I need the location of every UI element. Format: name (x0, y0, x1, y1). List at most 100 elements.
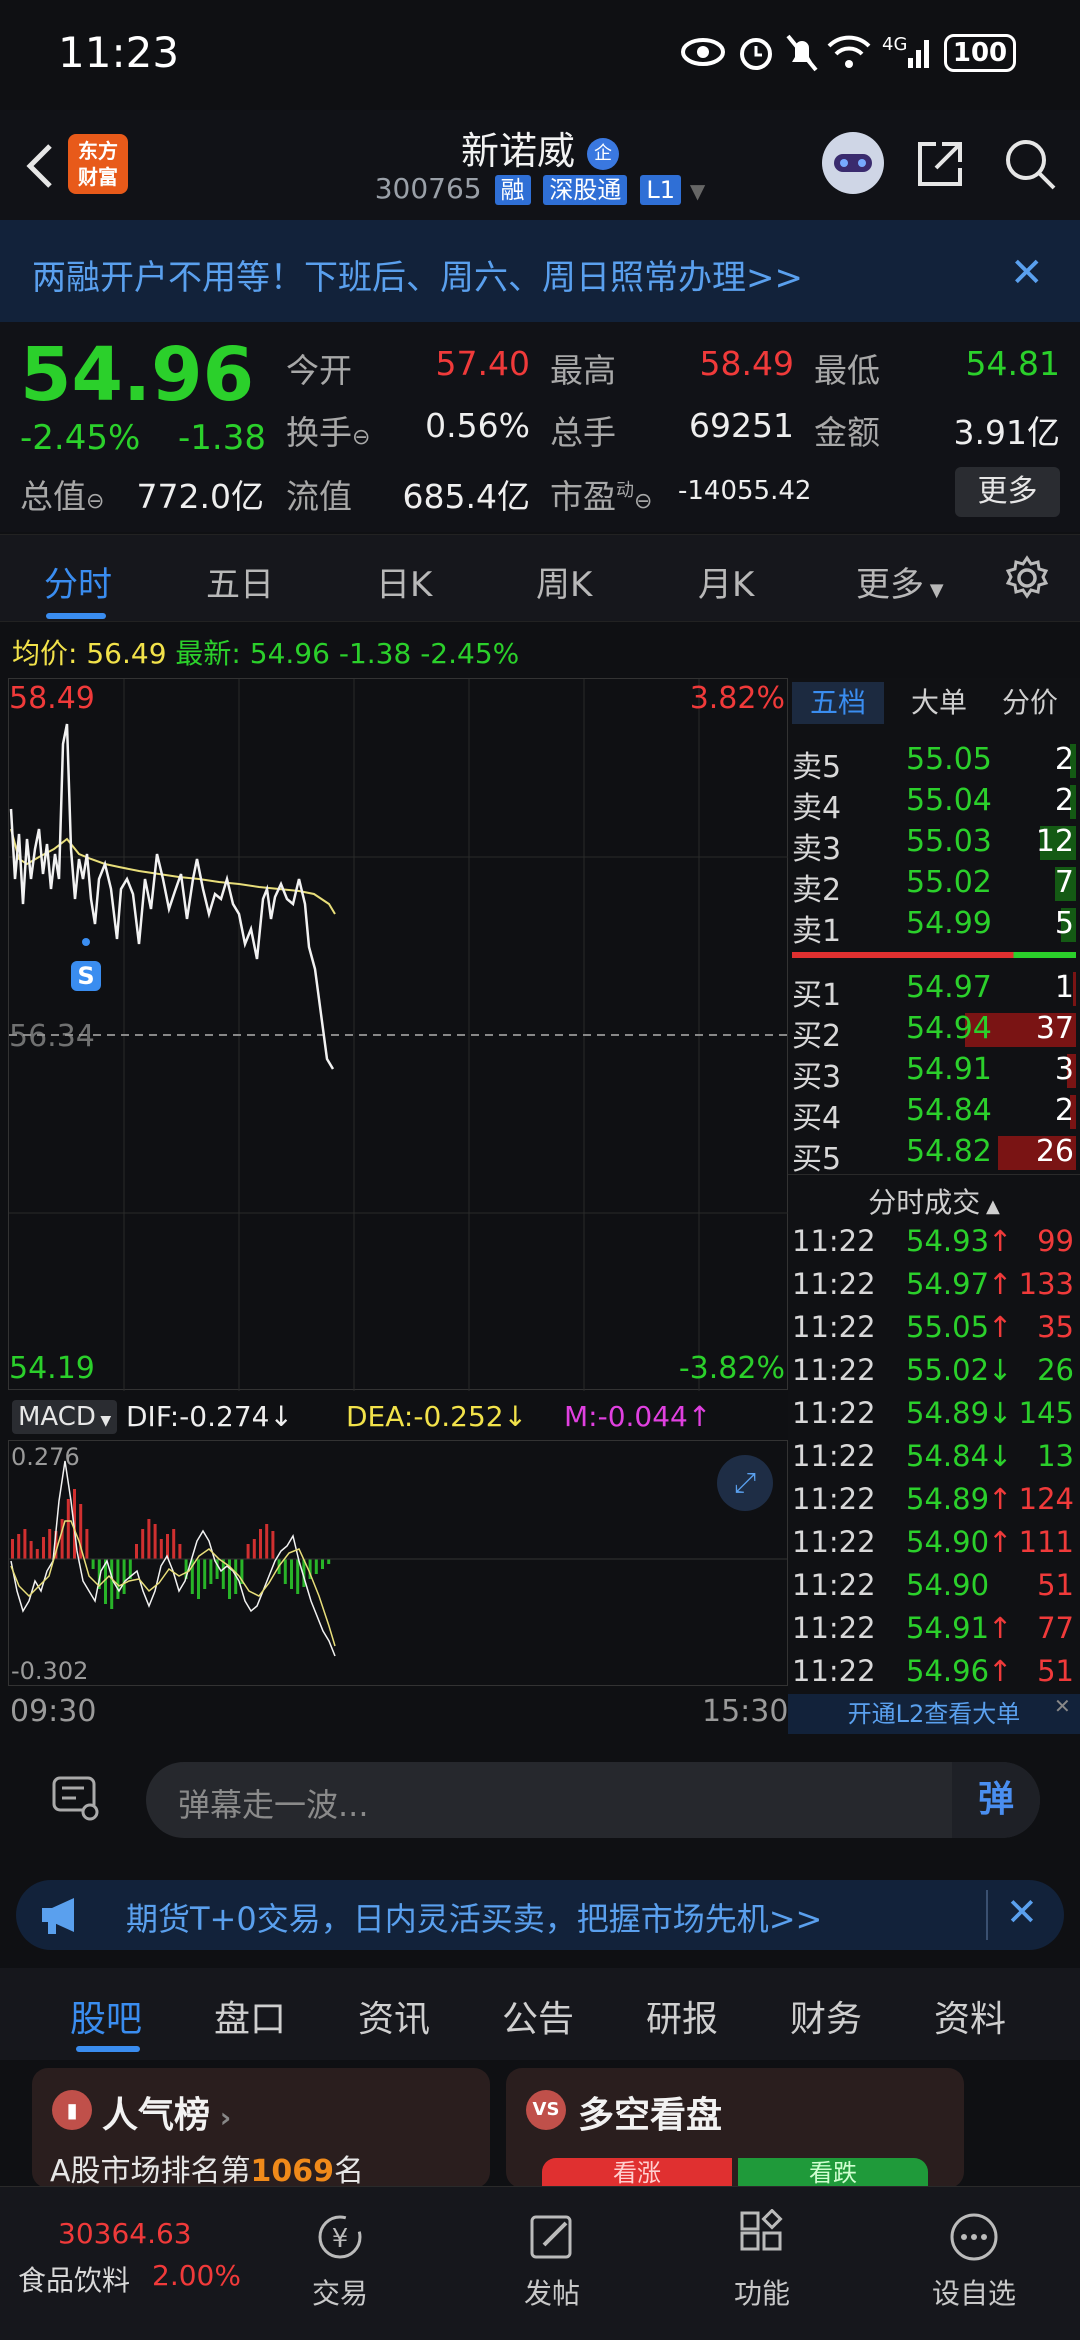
chevron-down-icon[interactable]: ▼ (690, 179, 705, 203)
macd-bar (153, 1524, 157, 1559)
margin-tag: 融 (494, 175, 531, 205)
assistant-robot-icon[interactable] (822, 132, 884, 194)
bull-button[interactable]: 看涨 (542, 2158, 732, 2188)
trade-volume: 124 (1018, 1482, 1074, 1516)
danmu-settings-icon[interactable] (50, 1772, 102, 1824)
tab-research[interactable]: 研报 (646, 1990, 718, 2042)
promo-banner[interactable]: 两融开户不用等！下班后、周六、周日照常办理>> ✕ (0, 220, 1080, 322)
bid-row[interactable]: 买4 54.84 2 (788, 1091, 1080, 1136)
macd-dea: DEA:-0.252↓ (346, 1400, 528, 1433)
macd-bar (246, 1544, 250, 1559)
ask-row[interactable]: 卖3 55.03 12 (788, 822, 1080, 867)
macd-bar (17, 1534, 21, 1559)
nav-functions[interactable]: 功能 (692, 2208, 832, 2312)
gear-icon[interactable] (1004, 555, 1050, 601)
trade-price: 54.89 (906, 1396, 990, 1430)
share-icon[interactable] (912, 136, 968, 192)
tab-forum[interactable]: 股吧 (70, 1990, 142, 2042)
ask-row[interactable]: 卖1 54.99 5 (788, 904, 1080, 949)
amount-label: 金额 (814, 413, 880, 452)
nav-trade[interactable]: ¥ 交易 (270, 2209, 410, 2312)
trades-title[interactable]: 分时成交 ▲ (788, 1174, 1080, 1221)
macd-bar (85, 1529, 89, 1559)
tab-level5[interactable]: 五档 (792, 682, 884, 724)
l2-link[interactable]: 开通L2查看大单 (788, 1694, 1080, 1734)
macd-chart[interactable]: 0.276 -0.302 ⤢ (8, 1440, 789, 1686)
bear-button[interactable]: 看跌 (738, 2158, 928, 2188)
long-short-title: 多空看盘 (578, 2095, 723, 2136)
search-icon[interactable] (1000, 134, 1060, 194)
indicator-select[interactable]: MACD ▼ (12, 1400, 118, 1434)
futures-banner-text[interactable]: 期货T+0交易，日内灵活买卖，把握市场先机>> (126, 1894, 822, 1940)
tab-monthly-k[interactable]: 月K (698, 557, 754, 606)
tab-price-dist[interactable]: 分价 (984, 682, 1076, 724)
intraday-chart-svg (9, 679, 789, 1391)
popularity-title: 人气榜 › (102, 2095, 232, 2136)
trade-time: 11:22 (792, 1654, 876, 1688)
ask-row[interactable]: 卖2 55.02 7 (788, 863, 1080, 908)
close-icon[interactable]: ✕ (1010, 250, 1044, 296)
level-label: 买4 (792, 1101, 842, 1136)
trade-price: 55.05 (906, 1310, 990, 1344)
trade-time: 11:22 (792, 1267, 876, 1301)
promo-banner-text[interactable]: 两融开户不用等！下班后、周六、周日照常办理>> (32, 250, 803, 299)
macd-bar (296, 1559, 300, 1594)
nav-post[interactable]: 发帖 (482, 2209, 622, 2312)
nav-add-watchlist[interactable]: 设自选 (904, 2209, 1044, 2312)
danmu-send-button[interactable]: 弹 (952, 1762, 1040, 1838)
danmu-placeholder: 弹幕走一波... (178, 1786, 369, 1824)
level-volume: 26 (1035, 1134, 1074, 1169)
futures-banner[interactable]: 期货T+0交易，日内灵活买卖，把握市场先机>> ✕ (16, 1880, 1064, 1950)
bid-row[interactable]: 买5 54.82 26 (788, 1132, 1080, 1177)
bid-row[interactable]: 买3 54.91 3 (788, 1050, 1080, 1095)
trade-row: 11:22 55.05 ↑ 35 (788, 1308, 1080, 1351)
level-label: 卖1 (792, 914, 842, 949)
level-price: 55.02 (906, 865, 992, 900)
active-tab-indicator (76, 2046, 140, 2052)
quote-panel: 54.96 -2.45% -1.38 今开 57.40 最高 58.49 最低 … (0, 322, 1080, 532)
index-ticker[interactable]: 30364.63 食品饮料 2.00% (0, 2187, 241, 2340)
ask-row[interactable]: 卖4 55.04 2 (788, 781, 1080, 826)
tab-daily-k[interactable]: 日K (376, 557, 432, 606)
expand-icon[interactable]: ⤢ (717, 1455, 773, 1511)
trade-row: 11:22 55.02 ↓ 26 (788, 1351, 1080, 1394)
tab-five-day[interactable]: 五日 (206, 557, 274, 606)
tab-weekly-k[interactable]: 周K (536, 557, 592, 606)
danmu-input[interactable]: 弹幕走一波... 弹 (146, 1762, 1040, 1838)
sell-marker-icon[interactable]: S (71, 961, 101, 991)
ask-row[interactable]: 卖5 55.05 2 (788, 740, 1080, 785)
tab-profile[interactable]: 资料 (934, 1990, 1006, 2042)
popularity-card[interactable]: ▮ 人气榜 › A股市场排名第1069名 (32, 2068, 490, 2189)
bid-row[interactable]: 买1 54.97 1 (788, 968, 1080, 1013)
macd-bar (11, 1539, 14, 1559)
level-price: 55.03 (906, 824, 992, 859)
close-icon[interactable]: ✕ (1006, 1890, 1038, 1934)
close-icon[interactable]: ✕ (1054, 1694, 1078, 1718)
tab-handicap[interactable]: 盘口 (214, 1990, 286, 2042)
level-label: 卖4 (792, 791, 842, 826)
vs-icon: VS (526, 2090, 566, 2130)
macd-bar (110, 1559, 114, 1609)
tab-big-orders[interactable]: 大单 (894, 682, 984, 724)
trade-volume: 35 (1037, 1310, 1074, 1344)
level-label: 买3 (792, 1060, 842, 1095)
long-short-card[interactable]: VS 多空看盘 看涨 看跌 (506, 2068, 964, 2188)
level-volume: 2 (1054, 1093, 1074, 1128)
macd-top-label: 0.276 (11, 1443, 80, 1471)
macd-bar (141, 1529, 145, 1559)
tab-news[interactable]: 资讯 (358, 1990, 430, 2042)
bid-row[interactable]: 买2 54.94 37 (788, 1009, 1080, 1054)
tab-financials[interactable]: 财务 (790, 1990, 862, 2042)
intraday-chart[interactable]: 58.49 3.82% 56.34 54.19 -3.82% S (8, 678, 789, 1391)
tab-announcements[interactable]: 公告 (502, 1990, 574, 2042)
y-max-label: 58.49 (9, 681, 95, 716)
tab-intraday[interactable]: 分时 (44, 557, 112, 606)
bottom-nav: 30364.63 食品饮料 2.00% ¥ 交易 发帖 功能 设自选 (0, 2186, 1080, 2340)
level-volume: 5 (1054, 906, 1074, 941)
more-button[interactable]: 更多 (955, 467, 1060, 517)
tab-more[interactable]: 更多 ▼ (856, 557, 944, 606)
level-tag: L1 (640, 175, 681, 205)
trade-row: 11:22 54.89 ↑ 124 (788, 1480, 1080, 1523)
trade-price: 54.91 (906, 1611, 990, 1645)
level-label: 买1 (792, 978, 842, 1013)
